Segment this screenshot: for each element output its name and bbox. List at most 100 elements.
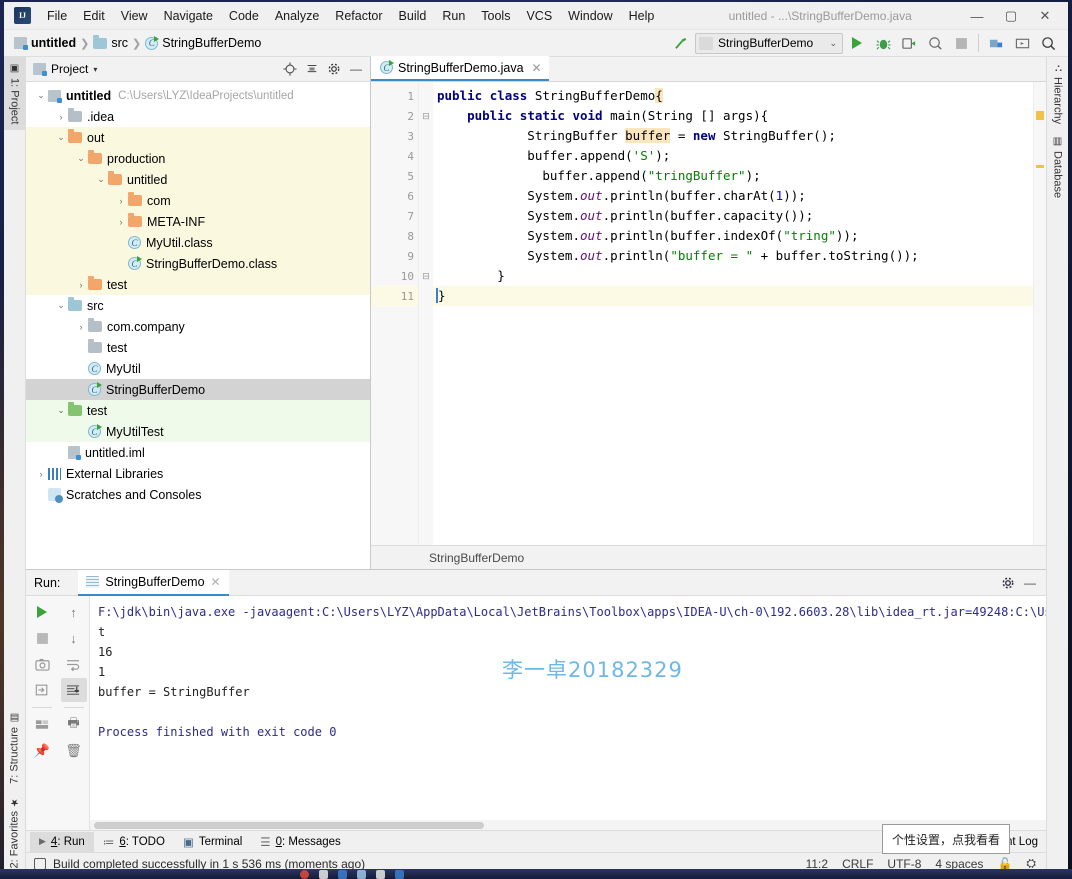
code-line-5[interactable]: buffer.append("tringBuffer");: [433, 166, 1033, 186]
project-tree[interactable]: ⌄ untitled C:\Users\LYZ\IdeaProjects\untit…: [26, 82, 370, 569]
trash-icon[interactable]: 🗑: [61, 739, 87, 763]
gutter-line-3[interactable]: 3: [371, 126, 418, 146]
down-arrow-icon[interactable]: ↓: [61, 626, 87, 650]
editor-marker-scrollbar[interactable]: [1033, 82, 1046, 545]
stop-square-icon[interactable]: [29, 626, 55, 650]
fold-marker-6[interactable]: [419, 186, 433, 206]
export-arrow-icon[interactable]: [29, 678, 55, 702]
tree-node-stringbufferdemo[interactable]: C StringBufferDemo: [26, 379, 370, 400]
fold-marker-3[interactable]: [419, 126, 433, 146]
minimize-button[interactable]: —: [960, 3, 994, 29]
tree-node-test[interactable]: ⌄ test: [26, 400, 370, 421]
fold-marker-5[interactable]: [419, 166, 433, 186]
chevron-down-icon[interactable]: ▾: [93, 65, 97, 74]
bottom-tab-messages[interactable]: ☰ 0: Messages: [251, 832, 350, 852]
tree-node-external-libraries[interactable]: › External Libraries: [26, 463, 370, 484]
tree-node--idea[interactable]: › .idea: [26, 106, 370, 127]
debug-icon[interactable]: [871, 32, 895, 54]
chevron-right-icon[interactable]: ›: [54, 112, 68, 122]
code-line-3[interactable]: StringBuffer buffer = new StringBuffer()…: [433, 126, 1033, 146]
gutter-line-2[interactable]: 2: [371, 106, 432, 126]
menu-build[interactable]: Build: [391, 5, 435, 27]
menu-edit[interactable]: Edit: [75, 5, 113, 27]
gear-icon[interactable]: [998, 573, 1018, 592]
console-output[interactable]: 李一卓20182329 F:\jdk\bin\java.exe -javaage…: [90, 596, 1046, 830]
pin-icon[interactable]: 📌: [29, 739, 55, 763]
scroll-to-end-icon[interactable]: [60, 678, 87, 702]
tree-node-untitled-iml[interactable]: untitled.iml: [26, 442, 370, 463]
hide-panel-icon[interactable]: —: [346, 60, 366, 79]
sidebar-item-favorites[interactable]: 2: Favorites ★: [4, 790, 25, 874]
run-with-coverage-icon[interactable]: [897, 32, 921, 54]
menu-refactor[interactable]: Refactor: [327, 5, 390, 27]
gutter-line-4[interactable]: 4: [371, 146, 418, 166]
code-line-7[interactable]: System.out.println(buffer.capacity());: [433, 206, 1033, 226]
search-everywhere-icon[interactable]: [1036, 32, 1060, 54]
code-line-10[interactable]: }: [433, 266, 1033, 286]
up-arrow-icon[interactable]: ↑: [61, 600, 87, 624]
tree-node-untitled[interactable]: ⌄ untitled C:\Users\LYZ\IdeaProjects\untit…: [26, 85, 370, 106]
breadcrumb-src[interactable]: src: [111, 36, 128, 50]
modified-marker[interactable]: [1036, 165, 1044, 168]
fold-marker-8[interactable]: [419, 226, 433, 246]
gear-icon[interactable]: [324, 60, 344, 79]
chevron-down-icon[interactable]: ⌄: [54, 132, 68, 143]
chevron-down-icon[interactable]: ⌄: [34, 90, 48, 101]
menu-help[interactable]: Help: [621, 5, 663, 27]
collapse-all-icon[interactable]: [302, 60, 322, 79]
profile-icon[interactable]: [923, 32, 947, 54]
menu-run[interactable]: Run: [434, 5, 473, 27]
scrollbar-thumb[interactable]: [94, 822, 484, 829]
menu-view[interactable]: View: [113, 5, 156, 27]
chevron-right-icon[interactable]: ›: [74, 280, 88, 290]
tree-node-test[interactable]: test: [26, 337, 370, 358]
gutter-line-1[interactable]: 1: [371, 86, 432, 106]
code-line-1[interactable]: public class StringBufferDemo{: [433, 86, 1033, 106]
hide-panel-icon[interactable]: —: [1020, 573, 1040, 592]
close-icon[interactable]: ✕: [211, 575, 221, 589]
code-line-2[interactable]: public static void main(String [] args){: [433, 106, 1033, 126]
taskbar-app-icon[interactable]: [357, 869, 366, 879]
tab-stringbufferdemo-java[interactable]: C StringBufferDemo.java ✕: [371, 56, 549, 81]
fold-marker-11[interactable]: [419, 286, 433, 306]
chevron-right-icon[interactable]: ›: [114, 217, 128, 227]
chevron-down-icon[interactable]: ⌄: [54, 300, 68, 311]
menu-tools[interactable]: Tools: [473, 5, 518, 27]
tree-node-scratches-and-consoles[interactable]: Scratches and Consoles: [26, 484, 370, 505]
sidebar-item-project[interactable]: ▣ 1: Project: [4, 57, 25, 131]
fold-marker-9[interactable]: [419, 246, 433, 266]
code-line-11[interactable]: }: [433, 286, 1033, 306]
editor-gutter[interactable]: 1 2 3 4 5 6 7 8 9 10 11: [371, 82, 432, 545]
soft-wrap-icon[interactable]: [61, 652, 87, 676]
taskbar-app-icon[interactable]: [376, 869, 385, 879]
fold-marker-10[interactable]: ⊟: [419, 266, 433, 286]
menu-window[interactable]: Window: [560, 5, 620, 27]
close-icon[interactable]: ✕: [532, 61, 542, 75]
menu-bar[interactable]: File Edit View Navigate Code Analyze Ref…: [39, 5, 662, 27]
bottom-tab-terminal[interactable]: ▣ Terminal: [174, 832, 251, 852]
layout-grid-icon[interactable]: [29, 713, 55, 737]
run-button[interactable]: [845, 32, 869, 54]
bottom-tab-todo[interactable]: ≔ 6: TODO: [94, 832, 174, 852]
code-text[interactable]: public class StringBufferDemo{ public st…: [433, 82, 1033, 545]
menu-analyze[interactable]: Analyze: [267, 5, 327, 27]
rerun-play-icon[interactable]: [29, 600, 55, 624]
tree-node-meta-inf[interactable]: › META-INF: [26, 211, 370, 232]
warning-marker[interactable]: [1036, 111, 1044, 120]
sidebar-item-hierarchy[interactable]: ⛬ Hierarchy: [1047, 57, 1068, 130]
tree-node-myutil[interactable]: C MyUtil: [26, 358, 370, 379]
code-line-9[interactable]: System.out.println("buffer = " + buffer.…: [433, 246, 1033, 266]
tree-node-untitled[interactable]: ⌄ untitled: [26, 169, 370, 190]
sidebar-item-database[interactable]: ▥ Database: [1047, 130, 1068, 204]
print-icon[interactable]: 🖶: [61, 713, 87, 737]
fold-marker-1[interactable]: [419, 86, 433, 106]
gutter-line-9[interactable]: 9: [371, 246, 418, 266]
build-hammer-icon[interactable]: [669, 32, 693, 54]
fold-marker-2[interactable]: ⊟: [419, 106, 433, 126]
screenshot-camera-icon[interactable]: [29, 652, 55, 676]
breadcrumb-project[interactable]: untitled: [31, 36, 76, 50]
gutter-line-5[interactable]: 5: [371, 166, 418, 186]
tree-node-myutil-class[interactable]: C MyUtil.class: [26, 232, 370, 253]
tree-node-production[interactable]: ⌄ production: [26, 148, 370, 169]
tree-node-src[interactable]: ⌄ src: [26, 295, 370, 316]
